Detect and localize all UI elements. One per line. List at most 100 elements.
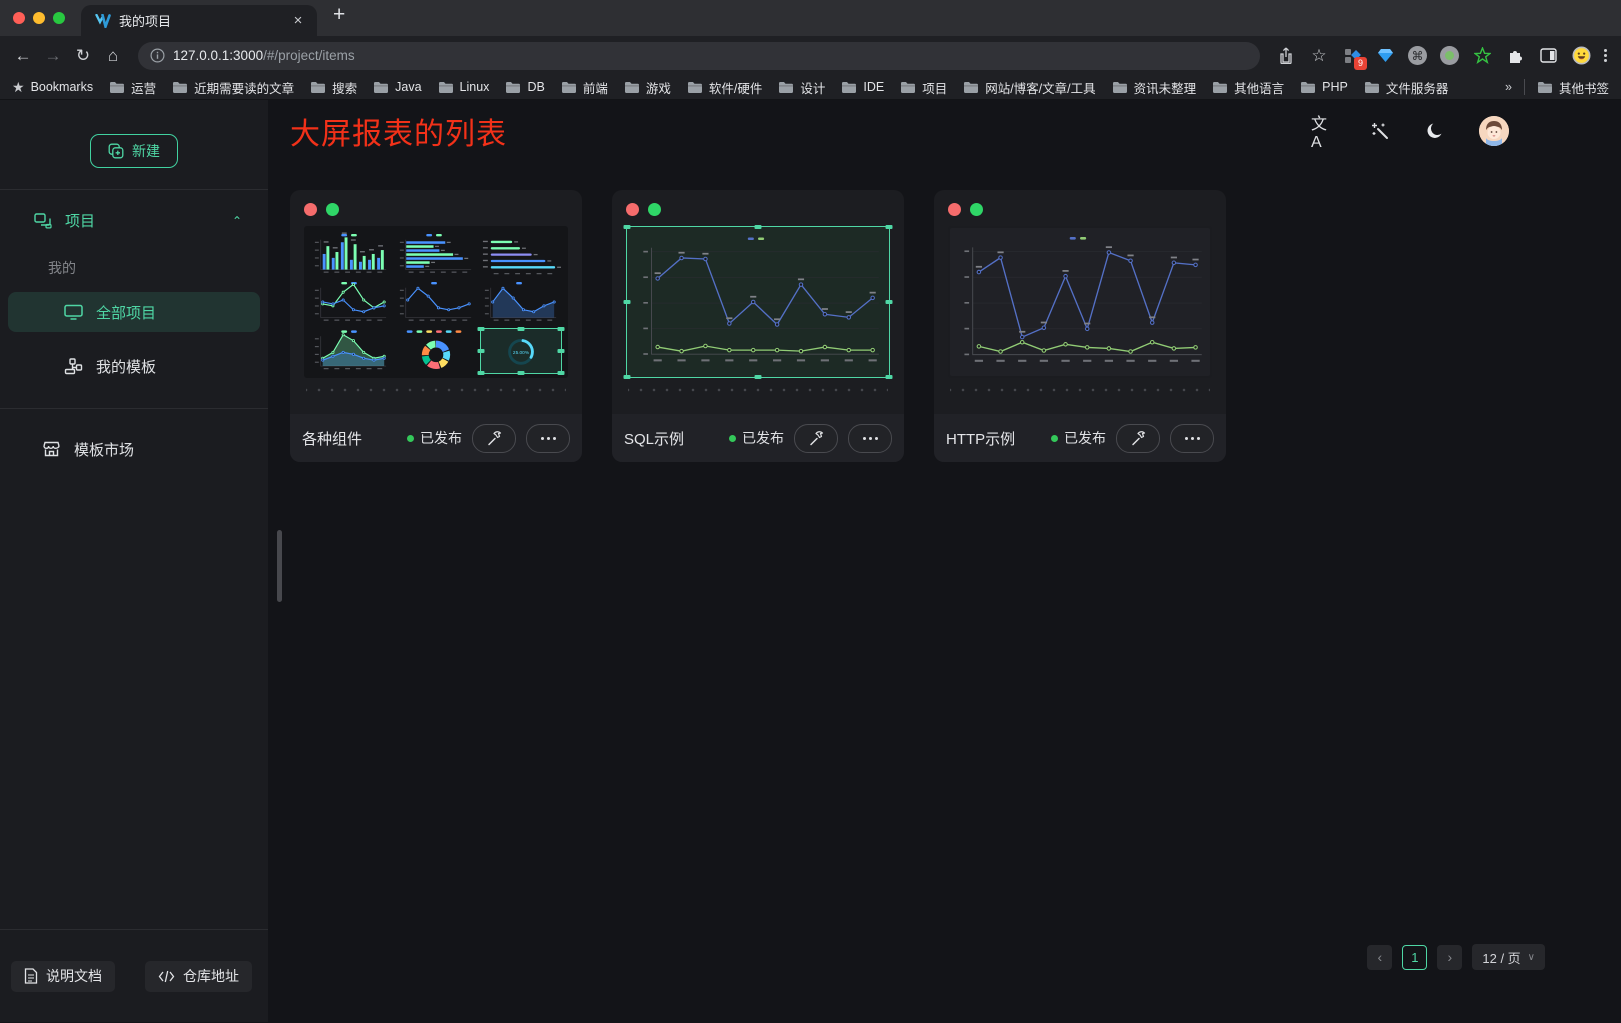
selection-handle[interactable] — [478, 327, 485, 331]
bookmark-folder[interactable]: 近期需要读的文章 — [172, 78, 294, 97]
user-avatar[interactable] — [1479, 116, 1509, 146]
mini-area-chart — [310, 328, 392, 374]
selection-handle[interactable] — [886, 375, 893, 379]
sidebar: 新建 项目 ⌃ 我的 全部项目 我的模板 模板市 — [0, 100, 268, 1022]
new-tab-button[interactable]: + — [333, 3, 345, 29]
forward-icon[interactable]: → — [38, 41, 68, 71]
bookmark-folder[interactable]: 搜索 — [310, 78, 357, 97]
bookmark-folder[interactable]: PHP — [1300, 78, 1348, 97]
bookmark-folder[interactable]: 设计 — [778, 78, 825, 97]
sidebar-divider — [0, 408, 268, 409]
sidebar-item-template-market[interactable]: 模板市场 — [8, 429, 260, 469]
selection-handle[interactable] — [518, 371, 525, 375]
edit-hammer-button[interactable] — [472, 424, 516, 453]
green-dot — [648, 203, 661, 216]
browser-menu-icon[interactable] — [1604, 49, 1607, 62]
bookmark-folder[interactable]: 前端 — [561, 78, 608, 97]
sidebar-section-project[interactable]: 项目 ⌃ — [34, 210, 242, 231]
bookmark-folder[interactable]: 其他语言 — [1212, 78, 1284, 97]
bookmark-folder[interactable]: 运营 — [109, 78, 156, 97]
site-info-icon[interactable] — [150, 48, 165, 63]
home-icon[interactable]: ⌂ — [98, 41, 128, 71]
template-nodes-icon — [64, 358, 83, 375]
extension-grid-icon[interactable]: 9 — [1342, 46, 1362, 66]
share-icon[interactable] — [1276, 46, 1296, 66]
selection-handle[interactable] — [558, 349, 565, 353]
project-card[interactable]: HTTP示例 已发布 — [934, 190, 1226, 462]
chevron-up-icon[interactable]: ⌃ — [232, 214, 242, 228]
tab-close-icon[interactable]: × — [289, 12, 307, 30]
bookmark-folder[interactable]: 项目 — [900, 78, 947, 97]
page-size-select[interactable]: 12 / 页 ∨ — [1472, 944, 1545, 970]
gem-icon[interactable] — [1375, 46, 1395, 66]
prev-page-button[interactable]: ‹ — [1367, 945, 1392, 970]
card-footer: HTTP示例 已发布 — [934, 414, 1226, 462]
status-dot — [1051, 435, 1058, 442]
bookmark-star-icon[interactable]: ☆ — [1309, 46, 1329, 66]
dotted-separator — [628, 388, 888, 392]
selection-handle[interactable] — [755, 375, 762, 379]
bookmark-folder[interactable]: Java — [373, 78, 421, 97]
address-bar[interactable]: 127.0.0.1:3000/#/project/items — [138, 42, 1260, 70]
bookmark-folder[interactable]: 资讯未整理 — [1112, 78, 1197, 97]
selection-handle[interactable] — [558, 327, 565, 331]
project-card[interactable]: SQL示例 已发布 — [612, 190, 904, 462]
more-button[interactable] — [848, 424, 892, 453]
close-window-button[interactable] — [13, 12, 25, 24]
more-button[interactable] — [1170, 424, 1214, 453]
bookmark-folder[interactable]: 文件服务器 — [1364, 78, 1449, 97]
edit-hammer-button[interactable] — [1116, 424, 1160, 453]
card-footer: 各种组件 已发布 — [290, 414, 582, 462]
minimize-window-button[interactable] — [33, 12, 45, 24]
zoom-window-button[interactable] — [53, 12, 65, 24]
sidebar-item-all-projects[interactable]: 全部项目 — [8, 292, 260, 332]
bookmarks-root[interactable]: ★ Bookmarks — [12, 79, 93, 96]
back-icon[interactable]: ← — [8, 41, 38, 71]
project-card-list: 25.00% 各种组件 已发布 — [290, 190, 1621, 462]
reload-icon[interactable]: ↻ — [68, 41, 98, 71]
browser-tab[interactable]: 我的项目 × — [81, 5, 317, 36]
green-dot — [970, 203, 983, 216]
current-page[interactable]: 1 — [1402, 945, 1427, 970]
scrollbar-thumb[interactable] — [277, 530, 282, 602]
green-dot — [326, 203, 339, 216]
edit-hammer-button[interactable] — [794, 424, 838, 453]
language-icon[interactable]: 文A — [1311, 118, 1337, 144]
mini-capsule-chart — [480, 232, 562, 277]
bookmark-folder[interactable]: 网站/博客/文章/工具 — [963, 78, 1095, 97]
selection-handle[interactable] — [518, 327, 525, 331]
green-star-icon[interactable] — [1472, 46, 1492, 66]
command-extension-icon[interactable]: ⌘ — [1408, 46, 1427, 65]
emoji-extension-icon[interactable] — [1571, 46, 1591, 66]
more-button[interactable] — [526, 424, 570, 453]
sidebar-item-my-templates[interactable]: 我的模板 — [8, 346, 260, 386]
repo-button[interactable]: 仓库地址 — [145, 961, 252, 992]
dark-mode-moon-icon[interactable] — [1423, 118, 1449, 144]
selection-handle[interactable] — [755, 225, 762, 229]
magic-wand-icon[interactable] — [1367, 118, 1393, 144]
extensions-puzzle-icon[interactable] — [1505, 46, 1525, 66]
mini-donut-chart — [395, 328, 477, 374]
bookmarks-overflow-chevron[interactable]: » — [1505, 80, 1512, 94]
bookmark-folder[interactable]: Linux — [438, 78, 490, 97]
selection-handle[interactable] — [624, 300, 631, 304]
selection-handle[interactable] — [478, 349, 485, 353]
bookmark-folder[interactable]: DB — [505, 78, 544, 97]
bookmark-folder[interactable]: 软件/硬件 — [687, 78, 762, 97]
other-bookmarks[interactable]: 其他书签 — [1537, 78, 1609, 97]
bookmark-folder[interactable]: 游戏 — [624, 78, 671, 97]
selection-handle[interactable] — [478, 371, 485, 375]
selection-handle[interactable] — [624, 225, 631, 229]
side-panel-icon[interactable] — [1538, 46, 1558, 66]
next-page-button[interactable]: › — [1437, 945, 1462, 970]
folder-icon — [1537, 81, 1553, 94]
new-project-button[interactable]: 新建 — [90, 134, 178, 168]
recorder-extension-icon[interactable] — [1440, 46, 1459, 65]
selection-handle[interactable] — [886, 225, 893, 229]
selection-handle[interactable] — [886, 300, 893, 304]
selection-handle[interactable] — [624, 375, 631, 379]
bookmark-folder[interactable]: IDE — [841, 78, 884, 97]
project-card[interactable]: 25.00% 各种组件 已发布 — [290, 190, 582, 462]
docs-button[interactable]: 说明文档 — [11, 961, 115, 992]
selection-handle[interactable] — [558, 371, 565, 375]
